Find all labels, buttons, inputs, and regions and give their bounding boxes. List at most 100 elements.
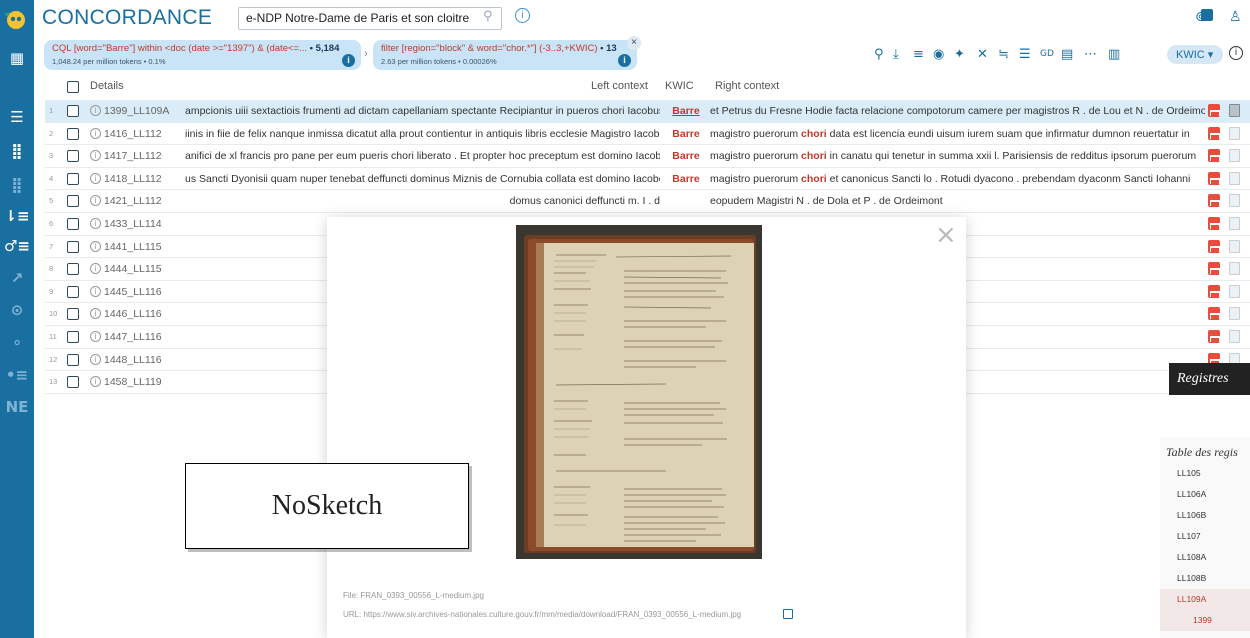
- row-checkbox[interactable]: [67, 353, 79, 366]
- shuffle-icon[interactable]: ✕: [977, 47, 988, 62]
- document-icon[interactable]: ▤: [1061, 47, 1073, 62]
- sort-icon[interactable]: ≒: [998, 47, 1009, 62]
- kwic-keyword[interactable]: Barre: [667, 173, 705, 185]
- keywords-icon[interactable]: ⊙: [0, 297, 34, 323]
- pdf-icon[interactable]: [1208, 194, 1220, 208]
- row-reference[interactable]: 1446_LL116: [104, 308, 162, 320]
- info-icon[interactable]: i: [90, 240, 101, 252]
- trends-icon[interactable]: ↗: [0, 265, 34, 291]
- copy-icon[interactable]: [1229, 216, 1240, 230]
- corpus-selector[interactable]: e-NDP Notre-Dame de Paris et son cloitre: [238, 7, 502, 30]
- corpus-info-icon[interactable]: i: [515, 8, 530, 23]
- row-reference[interactable]: 1433_LL114: [104, 218, 162, 230]
- query-chip-filter[interactable]: filter [region="block" & word="chor.*"] …: [373, 40, 637, 70]
- info-icon[interactable]: i: [90, 353, 101, 365]
- copy-icon[interactable]: [1229, 262, 1240, 276]
- table-row[interactable]: 3 i 1417_LL112 anifici de xl francis pro pa…: [45, 145, 1250, 168]
- info-icon[interactable]: i: [90, 285, 101, 297]
- info-icon[interactable]: i: [90, 172, 101, 184]
- pdf-icon[interactable]: [1208, 239, 1220, 253]
- row-checkbox[interactable]: [67, 330, 79, 343]
- table-row[interactable]: 1 i 1399_LL109A ampcionis uiii sextactiois …: [45, 100, 1250, 123]
- sort-icon[interactable]: ♂≡: [0, 233, 34, 259]
- registre-year[interactable]: 1399: [1160, 610, 1250, 631]
- external-link-icon[interactable]: [783, 609, 793, 619]
- pdf-icon[interactable]: [1208, 171, 1220, 185]
- pdf-icon[interactable]: [1208, 284, 1220, 298]
- row-checkbox[interactable]: [67, 263, 79, 276]
- row-checkbox[interactable]: [67, 376, 79, 389]
- row-reference[interactable]: 1417_LL112: [104, 150, 162, 162]
- registre-item[interactable]: LL108A: [1160, 547, 1250, 568]
- row-reference[interactable]: 1458_LL119: [104, 376, 162, 388]
- row-checkbox[interactable]: [67, 172, 79, 185]
- copy-icon[interactable]: [1229, 239, 1240, 253]
- registre-item[interactable]: LL108B: [1160, 568, 1250, 589]
- row-checkbox[interactable]: [67, 217, 79, 230]
- row-reference[interactable]: 1399_LL109A: [104, 105, 169, 117]
- user-icon[interactable]: ♙: [1229, 9, 1242, 25]
- pdf-icon[interactable]: [1208, 216, 1220, 230]
- gdex-icon[interactable]: GD: [1040, 49, 1054, 59]
- copy-icon[interactable]: [1229, 126, 1240, 140]
- pdf-icon[interactable]: [1208, 149, 1220, 163]
- query-chip-cql[interactable]: CQL [word="Barre"] within <doc (date >="…: [44, 40, 361, 70]
- row-reference[interactable]: 1447_LL116: [104, 331, 162, 343]
- registre-item[interactable]: LL106B: [1160, 505, 1250, 526]
- image-url[interactable]: URL: https://www.siv.archives-nationales…: [343, 610, 741, 619]
- dashboard-icon[interactable]: ▦: [0, 45, 34, 71]
- row-checkbox[interactable]: [67, 195, 79, 208]
- row-checkbox[interactable]: [67, 285, 79, 298]
- collocations-icon[interactable]: •≡: [0, 362, 34, 388]
- row-reference[interactable]: 1418_LL112: [104, 173, 162, 185]
- row-reference[interactable]: 1444_LL115: [104, 263, 162, 275]
- ne-icon[interactable]: NE: [0, 394, 34, 420]
- pdf-icon[interactable]: [1208, 307, 1220, 321]
- info-icon[interactable]: i: [90, 263, 101, 275]
- app-logo-icon[interactable]: [2, 4, 32, 34]
- more-icon[interactable]: ⋯: [1084, 47, 1097, 62]
- info-icon[interactable]: i: [90, 330, 101, 342]
- search-icon[interactable]: ⚲: [874, 47, 884, 62]
- query-info-icon[interactable]: i: [342, 54, 355, 67]
- filter-icon[interactable]: ✦: [954, 47, 965, 62]
- row-reference[interactable]: 1445_LL116: [104, 286, 162, 298]
- registre-item[interactable]: LL106A: [1160, 484, 1250, 505]
- table-row[interactable]: 5 i 1421_LL112 domus canonici deffuncti m. …: [45, 190, 1250, 213]
- select-all-checkbox[interactable]: [67, 81, 79, 93]
- kwic-keyword[interactable]: Barre: [667, 105, 705, 117]
- row-reference[interactable]: 1448_LL116: [104, 354, 162, 366]
- copy-icon[interactable]: [1229, 171, 1240, 185]
- kwic-keyword[interactable]: Barre: [667, 128, 705, 140]
- row-reference[interactable]: 1441_LL115: [104, 241, 162, 253]
- registre-item[interactable]: LL107: [1160, 526, 1250, 547]
- registre-item[interactable]: LL105: [1160, 463, 1250, 484]
- frequency-icon[interactable]: ▥: [1108, 47, 1120, 62]
- info-icon[interactable]: i: [90, 127, 101, 139]
- info-icon[interactable]: i: [1229, 46, 1243, 60]
- row-checkbox[interactable]: [67, 105, 79, 117]
- list-icon[interactable]: ☰: [0, 104, 34, 130]
- wordlist-icon[interactable]: ⇂≡: [0, 203, 34, 229]
- close-icon[interactable]: ×: [935, 222, 957, 248]
- copy-icon[interactable]: [1229, 329, 1240, 343]
- parallel-icon[interactable]: ⣿: [0, 172, 34, 198]
- row-checkbox[interactable]: [67, 240, 79, 253]
- feedback-icon-shape[interactable]: [1201, 9, 1213, 21]
- info-icon[interactable]: i: [90, 376, 101, 388]
- close-filter-icon[interactable]: ×: [627, 36, 641, 50]
- visibility-icon[interactable]: ◉: [933, 47, 944, 62]
- copy-icon[interactable]: [1229, 284, 1240, 298]
- copy-icon[interactable]: [1229, 149, 1240, 163]
- row-reference[interactable]: 1421_LL112: [104, 195, 162, 207]
- kwic-keyword[interactable]: Barre: [667, 150, 705, 162]
- pdf-icon[interactable]: [1208, 329, 1220, 343]
- pdf-icon[interactable]: [1208, 126, 1220, 140]
- row-checkbox[interactable]: [67, 150, 79, 163]
- copy-icon[interactable]: [1229, 307, 1240, 321]
- download-icon[interactable]: ⤓: [893, 47, 899, 62]
- info-icon[interactable]: i: [90, 308, 101, 320]
- search-icon[interactable]: ⚲: [483, 9, 493, 24]
- table-row[interactable]: 2 i 1416_LL112 iinis in fiie de felix nanqu…: [45, 123, 1250, 146]
- filter-lines-icon[interactable]: ☰: [1019, 47, 1031, 62]
